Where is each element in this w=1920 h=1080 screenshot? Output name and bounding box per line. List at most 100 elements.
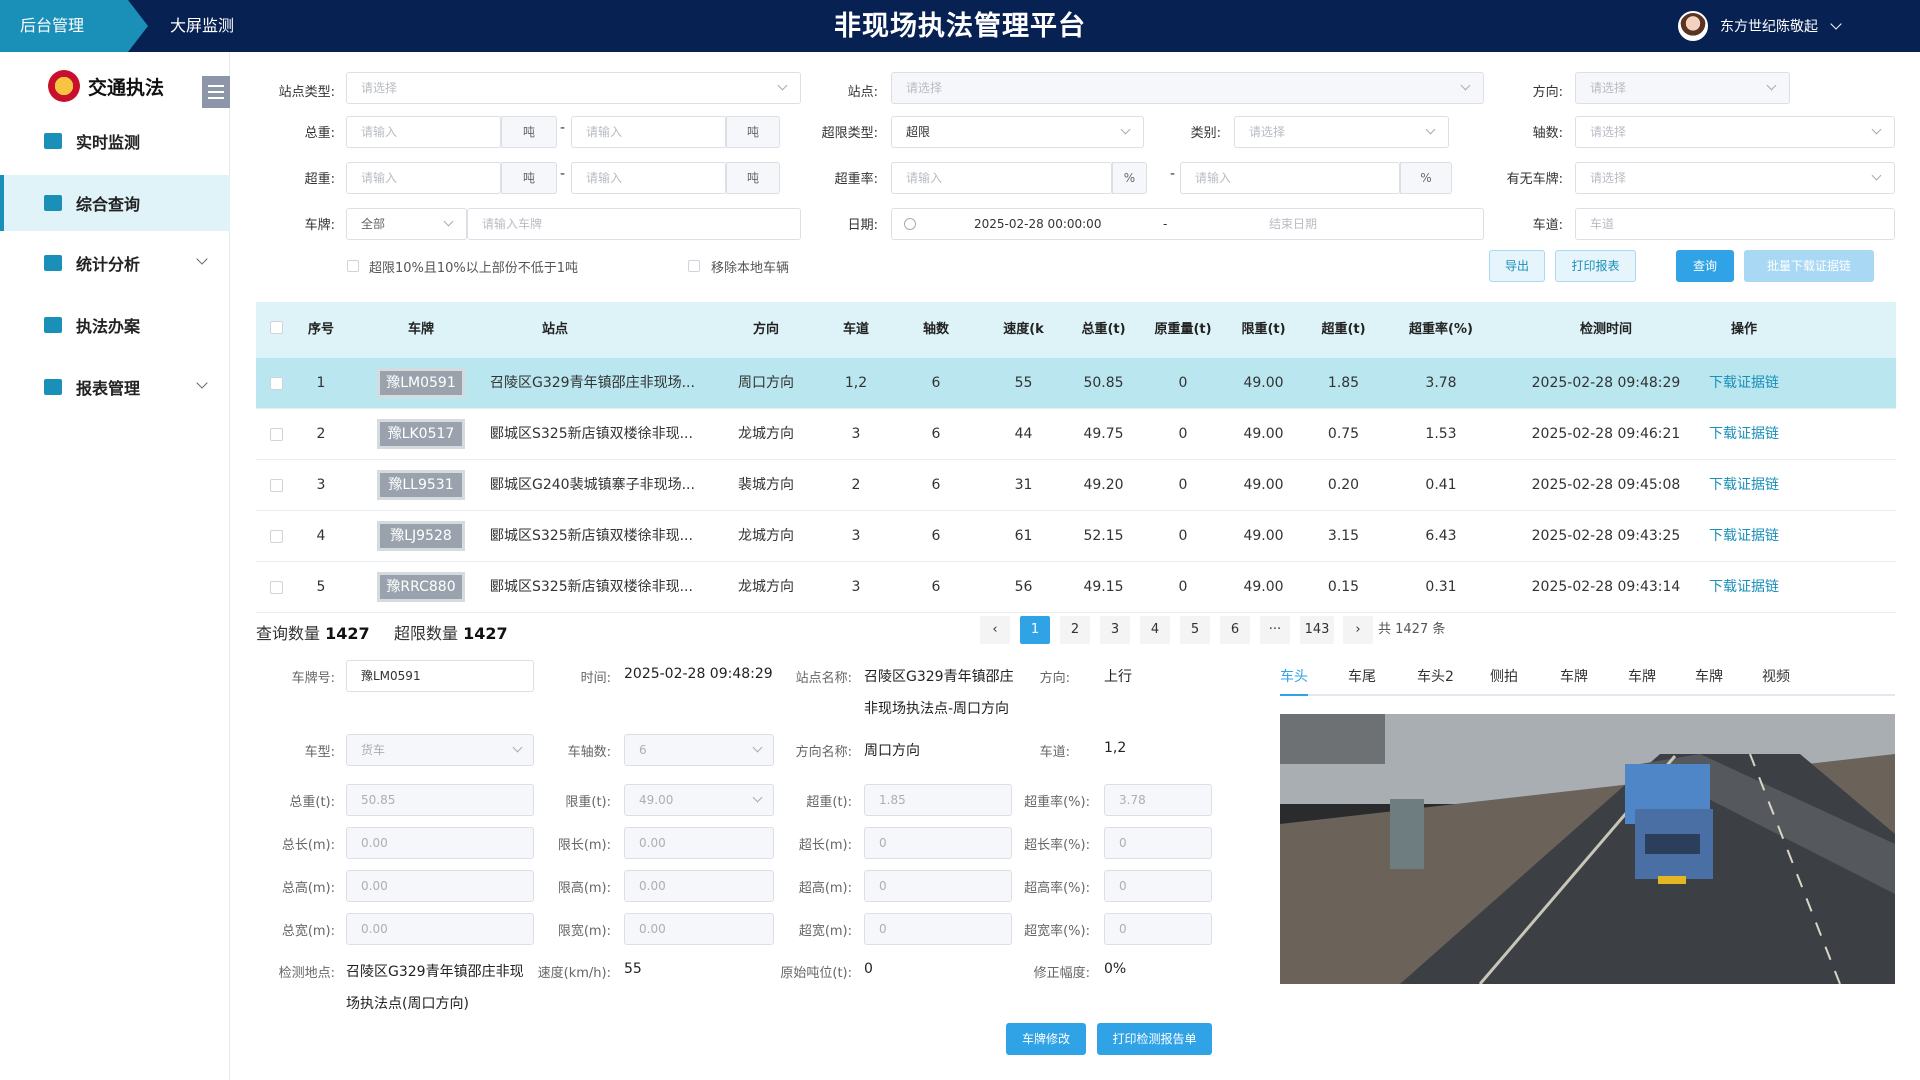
- overheight-rate-field[interactable]: 0: [1104, 870, 1212, 902]
- image-tab[interactable]: 车头2: [1417, 660, 1454, 694]
- range-dash: -: [560, 166, 566, 182]
- overwidth-field[interactable]: 0: [864, 913, 1012, 945]
- sidebar-item-reports[interactable]: 报表管理: [0, 359, 230, 415]
- placeholder: 请输入: [361, 171, 398, 185]
- page-button[interactable]: 143: [1300, 616, 1334, 644]
- row-checkbox[interactable]: [270, 377, 283, 390]
- sidebar-item-realtime[interactable]: 实时监测: [0, 113, 230, 169]
- table-cell: 0.20: [1327, 477, 1360, 493]
- overweight-rate-field[interactable]: 3.78: [1104, 784, 1212, 816]
- page-button[interactable]: 5: [1180, 616, 1210, 644]
- limit-width-field[interactable]: 0.00: [624, 913, 774, 945]
- image-tab[interactable]: 车尾: [1348, 660, 1376, 694]
- table-row[interactable]: 3 豫LL9531 郾城区G240裴城镇寨子非现场... 裴城方向 2 6 31 49.20 0…: [256, 460, 1896, 511]
- table-cell: 0: [1178, 579, 1188, 595]
- download-evidence-link[interactable]: 下载证据链: [1704, 409, 1784, 460]
- table-cell: 6: [931, 426, 941, 442]
- overwidth-rate-field[interactable]: 0: [1104, 913, 1212, 945]
- page-button[interactable]: 3: [1100, 616, 1130, 644]
- page-button[interactable]: 2: [1060, 616, 1090, 644]
- batch-download-button[interactable]: 批量下载证据链: [1744, 250, 1874, 282]
- total-weight-min[interactable]: 请输入: [346, 116, 501, 148]
- overlength-rate-field[interactable]: 0: [1104, 827, 1212, 859]
- category-select[interactable]: 请选择: [1234, 116, 1449, 148]
- overlimit-type-value: 超限: [906, 125, 931, 139]
- has-plate-select[interactable]: 请选择: [1575, 162, 1895, 194]
- row-checkbox[interactable]: [270, 479, 283, 492]
- has-plate-label: 有无车牌:: [1506, 172, 1563, 187]
- tab-screen-monitor[interactable]: 大屏监测: [170, 0, 234, 52]
- lane-input[interactable]: 车道: [1575, 208, 1895, 240]
- limit-height-field[interactable]: 0.00: [624, 870, 774, 902]
- overweight-field[interactable]: 1.85: [864, 784, 1012, 816]
- limit-weight-field[interactable]: 49.00: [624, 784, 774, 816]
- export-button[interactable]: 导出: [1489, 250, 1545, 282]
- table-row[interactable]: 4 豫LJ9528 郾城区S325新店镇双楼徐非现... 龙城方向 3 6 61 52.15 0…: [256, 511, 1896, 562]
- tab-backend[interactable]: 后台管理: [0, 0, 148, 52]
- user-menu[interactable]: 东方世纪陈敬起: [1678, 0, 1842, 52]
- plate-number-field[interactable]: 豫LM0591: [346, 660, 534, 692]
- page-button[interactable]: 4: [1140, 616, 1170, 644]
- total-width-field[interactable]: 0.00: [346, 913, 534, 945]
- total-height-field[interactable]: 0.00: [346, 870, 534, 902]
- overweight-rate-min[interactable]: 请输入: [891, 162, 1112, 194]
- image-tab[interactable]: 车头: [1280, 660, 1308, 696]
- page-button[interactable]: 6: [1220, 616, 1250, 644]
- print-report-button[interactable]: 打印报表: [1555, 250, 1636, 282]
- date-range-picker[interactable]: 2025-02-28 00:00:00 - 结束日期: [891, 208, 1484, 240]
- next-page-icon[interactable]: ›: [1343, 616, 1373, 644]
- download-evidence-link[interactable]: 下载证据链: [1704, 562, 1784, 613]
- total-weight-max[interactable]: 请输入: [571, 116, 726, 148]
- image-tab[interactable]: 视频: [1762, 660, 1790, 694]
- check-overlimit-10[interactable]: [347, 260, 359, 272]
- chevron-down-icon: [752, 742, 763, 753]
- select-all-checkbox[interactable]: [270, 321, 283, 334]
- station-select[interactable]: 请选择: [891, 72, 1484, 104]
- overweight-rate-max[interactable]: 请输入: [1180, 162, 1400, 194]
- station-placeholder: 请选择: [906, 81, 943, 95]
- plate-modify-button[interactable]: 车牌修改: [1006, 1023, 1086, 1055]
- axles-select[interactable]: 请选择: [1575, 116, 1895, 148]
- vehicle-type-select[interactable]: 货车: [346, 734, 534, 766]
- table-cell: 龙城方向: [738, 528, 794, 544]
- print-report-button[interactable]: 打印检测报告单: [1097, 1023, 1212, 1055]
- query-button[interactable]: 查询: [1676, 250, 1734, 282]
- limit-length-field[interactable]: 0.00: [624, 827, 774, 859]
- sidebar-item-stats[interactable]: 统计分析: [0, 235, 230, 291]
- overheight-field[interactable]: 0: [864, 870, 1012, 902]
- image-tab[interactable]: 车牌: [1628, 660, 1656, 694]
- image-tab[interactable]: 车牌: [1695, 660, 1723, 694]
- total-length-field[interactable]: 0.00: [346, 827, 534, 859]
- image-tab[interactable]: 车牌: [1560, 660, 1588, 694]
- total-weight-field[interactable]: 50.85: [346, 784, 534, 816]
- overweight-min[interactable]: 请输入: [346, 162, 501, 194]
- row-checkbox[interactable]: [270, 581, 283, 594]
- overlength-field[interactable]: 0: [864, 827, 1012, 859]
- table-row[interactable]: 5 豫RRC880 郾城区S325新店镇双楼徐非现... 龙城方向 3 6 56 49.15 0…: [256, 562, 1896, 613]
- download-evidence-link[interactable]: 下载证据链: [1704, 511, 1784, 562]
- image-tab[interactable]: 侧拍: [1490, 660, 1518, 694]
- plate-prefix-select[interactable]: 全部: [346, 208, 467, 240]
- table-row[interactable]: 2 豫LK0517 郾城区S325新店镇双楼徐非现... 龙城方向 3 6 44 49.75 0…: [256, 409, 1896, 460]
- axle-count-select[interactable]: 6: [624, 734, 774, 766]
- table-row[interactable]: 1 豫LM0591 召陵区G329青年镇邵庄非现场... 周口方向 1,2 6 55 50.8…: [256, 358, 1896, 409]
- row-checkbox[interactable]: [270, 530, 283, 543]
- page-button[interactable]: ···: [1260, 616, 1290, 644]
- total-count: 共 1427 条: [1378, 622, 1446, 637]
- download-evidence-link[interactable]: 下载证据链: [1704, 460, 1784, 511]
- overweight-rate-label: 超重率:: [834, 172, 878, 187]
- overlimit-type-select[interactable]: 超限: [891, 116, 1144, 148]
- sidebar-item-query[interactable]: 综合查询: [0, 175, 230, 231]
- sidebar-item-enforcement[interactable]: 执法办案: [0, 297, 230, 353]
- overweight-max[interactable]: 请输入: [571, 162, 726, 194]
- station-type-select[interactable]: 请选择: [346, 72, 801, 104]
- page-button[interactable]: 1: [1020, 616, 1050, 644]
- plate-input[interactable]: 请输入车牌: [467, 208, 801, 240]
- menu-collapse-icon[interactable]: [202, 76, 230, 108]
- table-cell: 61: [1014, 528, 1033, 544]
- row-checkbox[interactable]: [270, 428, 283, 441]
- check-remove-local[interactable]: [688, 260, 700, 272]
- prev-page-icon[interactable]: ‹: [980, 616, 1010, 644]
- direction-select[interactable]: 请选择: [1575, 72, 1790, 104]
- download-evidence-link[interactable]: 下载证据链: [1704, 358, 1784, 409]
